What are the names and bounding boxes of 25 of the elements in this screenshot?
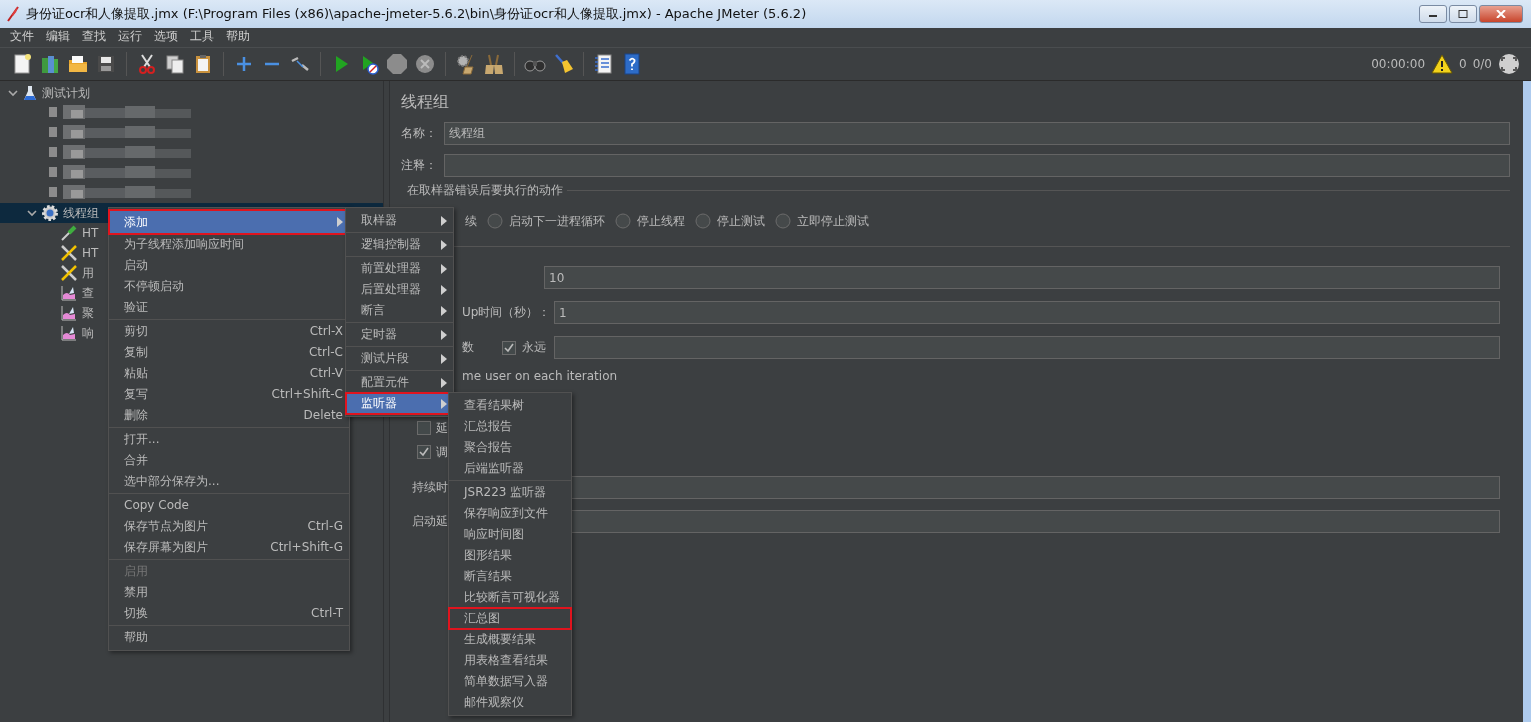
shortcut-label: Ctrl+Shift-G	[270, 539, 343, 556]
shortcut-label: Ctrl-X	[309, 323, 343, 340]
shortcut-label: Ctrl-V	[309, 365, 343, 382]
shortcut-label: Ctrl+Shift-C	[271, 386, 343, 403]
field-label: 启动延	[412, 513, 448, 530]
section-title: 在取样器错误后要执行的动作	[407, 181, 563, 199]
panel-title: 线程组	[401, 90, 450, 113]
checkbox-label: 永远	[522, 339, 547, 356]
shortcut-label: Ctrl-T	[311, 605, 343, 622]
shortcut-label: Delete	[303, 407, 343, 424]
field-label: Up时间（秒）：	[462, 304, 552, 321]
thread-count: 0/0	[1472, 57, 1492, 71]
checkbox-label: 调	[436, 443, 448, 461]
shortcut-label: Ctrl-C	[308, 344, 343, 361]
shortcut-label: Ctrl-G	[307, 518, 343, 535]
checkbox-label: 延	[436, 419, 448, 437]
elapsed-time: 00:00:00	[1371, 57, 1426, 71]
field-label: 持续时	[412, 479, 448, 496]
option-label: me user on each iteration	[462, 369, 618, 383]
window-title: 身份证ocr和人像提取.jmx (F:\Program Files (x86)\apache-jmeter-5.6.2\bin\身份证ocr和人像提取.jmx) - Apache JMeter (5.6.2)	[26, 5, 807, 23]
field-label: 注释：	[401, 157, 438, 174]
error-count: 0	[1459, 57, 1467, 71]
field-label: 名称：	[401, 125, 438, 142]
field-label: 数	[462, 339, 475, 356]
radio-label: 续	[465, 212, 477, 230]
